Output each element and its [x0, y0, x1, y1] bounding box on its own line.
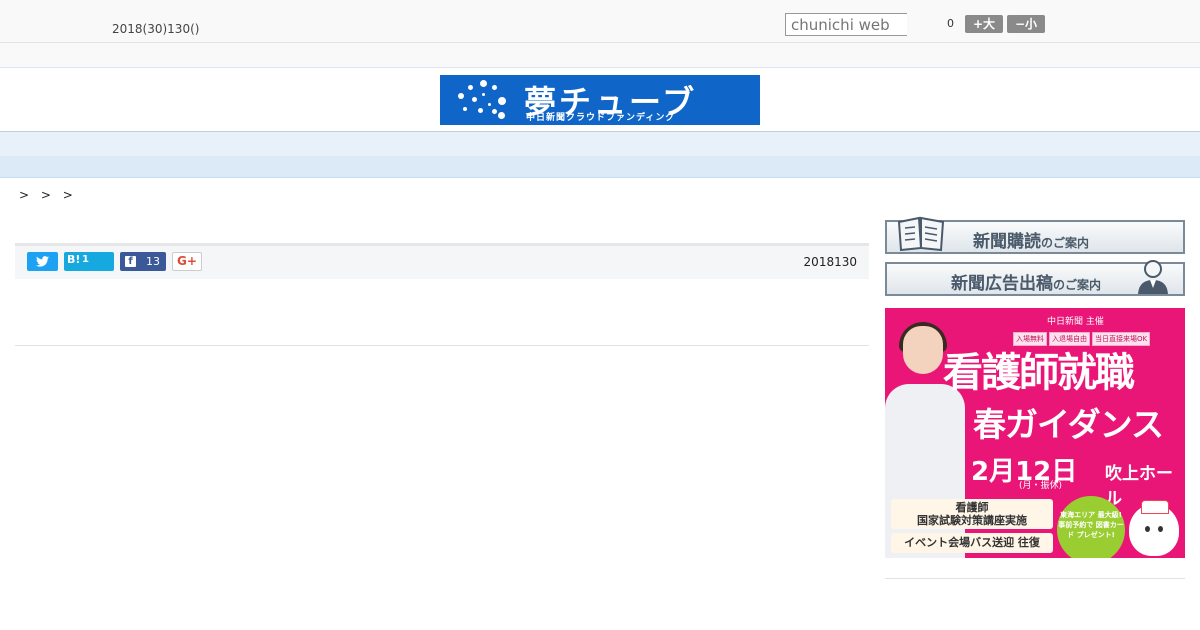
- book-icon: [897, 216, 945, 252]
- logo-subtitle: 中日新聞クラウドファンディング: [526, 113, 676, 123]
- ad-exam-course-box: 看護師 国家試験対策講座実施: [891, 499, 1053, 529]
- sidebar-divider: [885, 578, 1185, 579]
- logo-dot: [472, 97, 477, 102]
- font-size-indicator: 0: [947, 17, 954, 30]
- logo-dot: [468, 85, 473, 90]
- logo-dot: [463, 107, 467, 111]
- sub-nav-bar: [0, 156, 1200, 178]
- ad-box1-line2: 国家試験対策講座実施: [917, 514, 1027, 527]
- hatena-bookmark-button[interactable]: B! 1: [64, 252, 114, 271]
- newspaper-subscription-banner[interactable]: 新聞購読のご案内: [885, 216, 1185, 254]
- main-nav: [0, 131, 1200, 157]
- subscription-banner-text: 新聞購読のご案内: [973, 227, 1089, 252]
- logo-dot: [492, 85, 497, 90]
- sub-header-bar: [0, 43, 1200, 68]
- breadcrumb: > > >: [19, 188, 77, 202]
- twitter-bird-icon: [36, 256, 49, 267]
- logo-dot: [480, 80, 487, 87]
- logo-dot: [492, 109, 497, 114]
- advertising-banner-sub: のご案内: [1053, 278, 1102, 292]
- logo-dot: [478, 108, 483, 113]
- facebook-share-button[interactable]: f 13: [120, 252, 166, 271]
- nurse-mascot-icon: [1129, 500, 1179, 556]
- ad-sponsor: 中日新聞 主催: [1047, 317, 1104, 327]
- yume-tube-logo[interactable]: 夢チューブ 中日新聞クラウドファンディング: [440, 75, 760, 125]
- businessman-icon: [1138, 260, 1168, 294]
- logo-dot: [482, 93, 485, 96]
- ad-box1-line1: 看護師: [955, 501, 989, 514]
- share-bar: B! 1 f 13 G+ 2018130: [15, 243, 869, 279]
- advertising-banner-text: 新聞広告出稿のご案内: [951, 269, 1101, 294]
- logo-dot: [498, 97, 506, 105]
- subscription-banner-sub: のご案内: [1041, 236, 1090, 250]
- twitter-share-button[interactable]: [27, 252, 58, 271]
- ad-date-sub: (月・振休): [1019, 481, 1063, 491]
- mascot-eye: [1145, 526, 1150, 532]
- search-input[interactable]: [785, 13, 907, 36]
- ad-headline-1: 看護師就職: [943, 350, 1135, 396]
- publish-date: 2018130: [803, 255, 857, 269]
- hatena-count: 1: [82, 254, 89, 265]
- nurse-face: [903, 326, 943, 374]
- nursing-job-fair-ad[interactable]: 中日新聞 主催 入場無料 入退場自由 当日直接来場OK 看護師就職 春ガイダンス 2…: [885, 308, 1185, 558]
- font-larger-button[interactable]: +大: [965, 15, 1003, 33]
- nurse-uniform: [885, 384, 965, 558]
- font-smaller-button[interactable]: −小: [1007, 15, 1045, 33]
- mascot-eye: [1158, 526, 1163, 532]
- google-plus-share-button[interactable]: G+: [172, 252, 202, 271]
- facebook-icon: f: [125, 256, 136, 267]
- ad-shuttle-bus-box: イベント会場バス送迎 往復: [891, 533, 1053, 553]
- current-date: 2018(30)130(): [112, 22, 200, 36]
- mascot-cap: [1141, 500, 1169, 514]
- content-divider: [15, 345, 869, 346]
- logo-dot: [488, 103, 491, 106]
- facebook-count: 13: [146, 255, 160, 268]
- subscription-banner-main: 新聞購読: [973, 232, 1041, 252]
- ad-headline-2: 春ガイダンス: [973, 405, 1164, 444]
- hatena-icon: B!: [67, 253, 81, 266]
- logo-dot: [498, 112, 505, 119]
- logo-dot: [458, 93, 464, 99]
- newspaper-advertising-banner[interactable]: 新聞広告出稿のご案内: [885, 260, 1185, 296]
- advertising-banner-main: 新聞広告出稿: [951, 274, 1053, 294]
- top-bar: 2018(30)130() 0 +大 −小: [0, 0, 1200, 43]
- ad-promo-circle: 東海エリア 最大級! 事前予約で 図書カード プレゼント!: [1057, 496, 1125, 558]
